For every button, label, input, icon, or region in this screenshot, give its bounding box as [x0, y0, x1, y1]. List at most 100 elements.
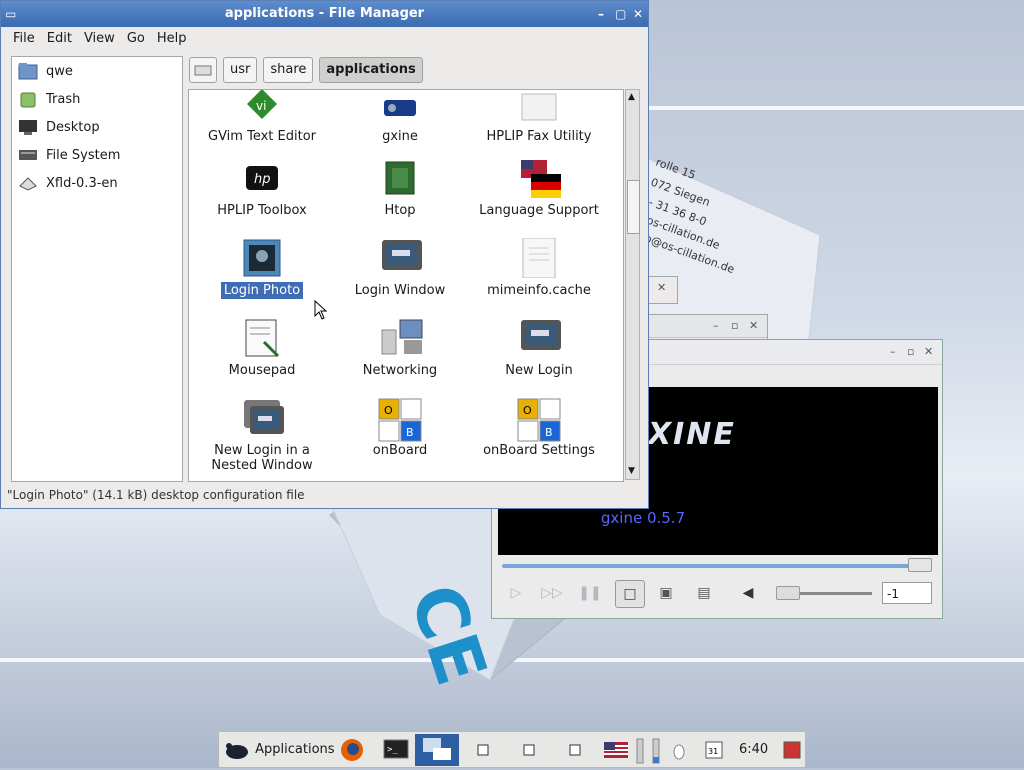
notification-area[interactable] [671, 732, 687, 767]
taskbar-window-button[interactable] [555, 740, 595, 760]
window-titlebar[interactable]: – ▫ ✕ [649, 315, 767, 338]
trash-icon [18, 90, 38, 108]
path-applications-button[interactable]: applications [319, 57, 423, 83]
pause-button[interactable]: ❚❚ [576, 580, 604, 606]
keyboard-layout-indicator[interactable] [603, 732, 629, 767]
file-manager-window-icon [423, 738, 451, 760]
home-folder-icon [18, 62, 38, 80]
file-item[interactable]: Login Photo [192, 238, 332, 300]
menu-help[interactable]: Help [151, 31, 193, 46]
window-menu-icon[interactable]: ▭ [5, 1, 16, 27]
taskbar-window-button[interactable] [509, 740, 549, 760]
firefox-launcher[interactable] [339, 732, 365, 767]
path-usr-button[interactable]: usr [223, 57, 258, 83]
sidebar-item-desktop[interactable]: Desktop [12, 113, 182, 141]
hp-logo-icon: hp [242, 158, 282, 198]
scroll-down-icon[interactable]: ▼ [628, 466, 635, 476]
close-icon[interactable]: ✕ [633, 1, 643, 27]
playlist-icon[interactable]: ▤ [690, 580, 718, 606]
file-item[interactable]: New Login in a Nested Window [192, 398, 332, 474]
taskbar-window-button[interactable] [463, 740, 503, 760]
gxine-icon [380, 90, 420, 124]
calendar-button[interactable]: 31 [705, 732, 723, 767]
file-item[interactable]: OB onBoard Settings [469, 398, 609, 459]
volume-icon[interactable]: ◀ [734, 580, 762, 606]
seek-bar[interactable] [502, 564, 922, 568]
monitor-icon [380, 238, 422, 278]
audio-channel-spinner[interactable]: -1 [882, 582, 932, 604]
minimize-icon[interactable]: – [890, 345, 896, 358]
scroll-up-icon[interactable]: ▲ [628, 92, 635, 102]
sidebar-item-volume[interactable]: Xfld-0.3-en [12, 169, 182, 197]
terminal-icon: >_ [383, 739, 409, 758]
keyboard-icon: OB [517, 398, 561, 442]
maximize-icon[interactable]: ▫ [907, 345, 914, 358]
seek-handle[interactable] [908, 558, 932, 572]
vertical-scrollbar[interactable]: ▲ ▼ [625, 89, 640, 480]
applications-menu-button[interactable]: Applications [223, 732, 335, 767]
file-item[interactable]: Login Window [330, 238, 470, 299]
path-root-button[interactable] [189, 57, 217, 83]
play-button[interactable]: ▷ [502, 580, 530, 606]
us-flag-icon [604, 741, 628, 758]
chip-icon [380, 158, 420, 198]
harddisk-icon [18, 146, 38, 164]
file-item[interactable]: HPLIP Fax Utility [469, 90, 609, 145]
stop-button[interactable]: □ [615, 580, 645, 608]
file-item[interactable]: Mousepad [192, 318, 332, 379]
close-icon[interactable]: ✕ [657, 281, 666, 294]
svg-text:B: B [406, 426, 414, 439]
file-item[interactable]: OB onBoard [330, 398, 470, 459]
logout-button[interactable] [783, 732, 801, 767]
taskbar: Applications >_ 31 6:40 [218, 731, 806, 768]
file-item[interactable]: Networking [330, 318, 470, 379]
file-manager-window[interactable]: applications - File Manager ▭ – ▢ ✕ File… [0, 0, 649, 509]
menu-go[interactable]: Go [121, 31, 151, 46]
menu-view[interactable]: View [78, 31, 121, 46]
svg-text:B: B [545, 426, 553, 439]
settings-icon[interactable]: ▣ [652, 580, 680, 606]
photo-icon [242, 238, 282, 278]
file-item[interactable]: gxine [330, 90, 470, 145]
svg-text:vi: vi [256, 99, 266, 113]
window-icon [569, 744, 581, 756]
notepad-icon [242, 318, 282, 358]
file-item[interactable]: mimeinfo.cache [469, 237, 609, 299]
maximize-icon[interactable]: ▫ [731, 319, 738, 332]
scroll-thumb[interactable] [627, 180, 640, 234]
window-titlebar[interactable]: applications - File Manager ▭ – ▢ ✕ [1, 1, 648, 27]
menu-file[interactable]: File [7, 31, 41, 46]
terminal-launcher[interactable]: >_ [383, 732, 409, 767]
icon-view[interactable]: vi GVim Text Editor gxine HPLIP Fax Util… [188, 89, 624, 482]
minimize-icon[interactable]: – [713, 319, 719, 332]
minimize-icon[interactable]: – [598, 1, 604, 27]
svg-text:hp: hp [254, 172, 271, 187]
path-share-button[interactable]: share [263, 57, 314, 83]
maximize-icon[interactable]: ▢ [615, 1, 626, 27]
volume-handle[interactable] [776, 586, 800, 600]
file-item[interactable]: hp HPLIP Toolbox [192, 158, 332, 219]
logout-icon [783, 741, 801, 758]
fast-forward-button[interactable]: ▷▷ [538, 580, 566, 606]
svg-text:31: 31 [708, 747, 718, 756]
clock[interactable]: 6:40 [739, 732, 768, 767]
file-item[interactable]: New Login [469, 318, 609, 379]
taskbar-window-file-manager[interactable] [415, 734, 459, 766]
cpu-monitor[interactable] [635, 732, 665, 767]
file-item[interactable]: vi GVim Text Editor [192, 90, 332, 145]
desktop-icon [18, 118, 38, 136]
cpu-meter-icon [636, 738, 660, 763]
sidebar-item-home[interactable]: qwe [12, 57, 182, 85]
keyboard-icon: OB [378, 398, 422, 442]
file-item[interactable]: Htop [330, 158, 470, 219]
harddisk-icon [194, 65, 212, 75]
file-item[interactable]: Language Support [469, 158, 609, 219]
sidebar-item-trash[interactable]: Trash [12, 85, 182, 113]
close-icon[interactable]: ✕ [749, 319, 758, 332]
sidebar-item-filesystem[interactable]: File System [12, 141, 182, 169]
document-icon [519, 237, 559, 279]
menu-edit[interactable]: Edit [41, 31, 78, 46]
mouse-cursor-icon [314, 300, 328, 320]
removable-drive-icon [18, 174, 38, 192]
close-icon[interactable]: ✕ [924, 345, 933, 358]
